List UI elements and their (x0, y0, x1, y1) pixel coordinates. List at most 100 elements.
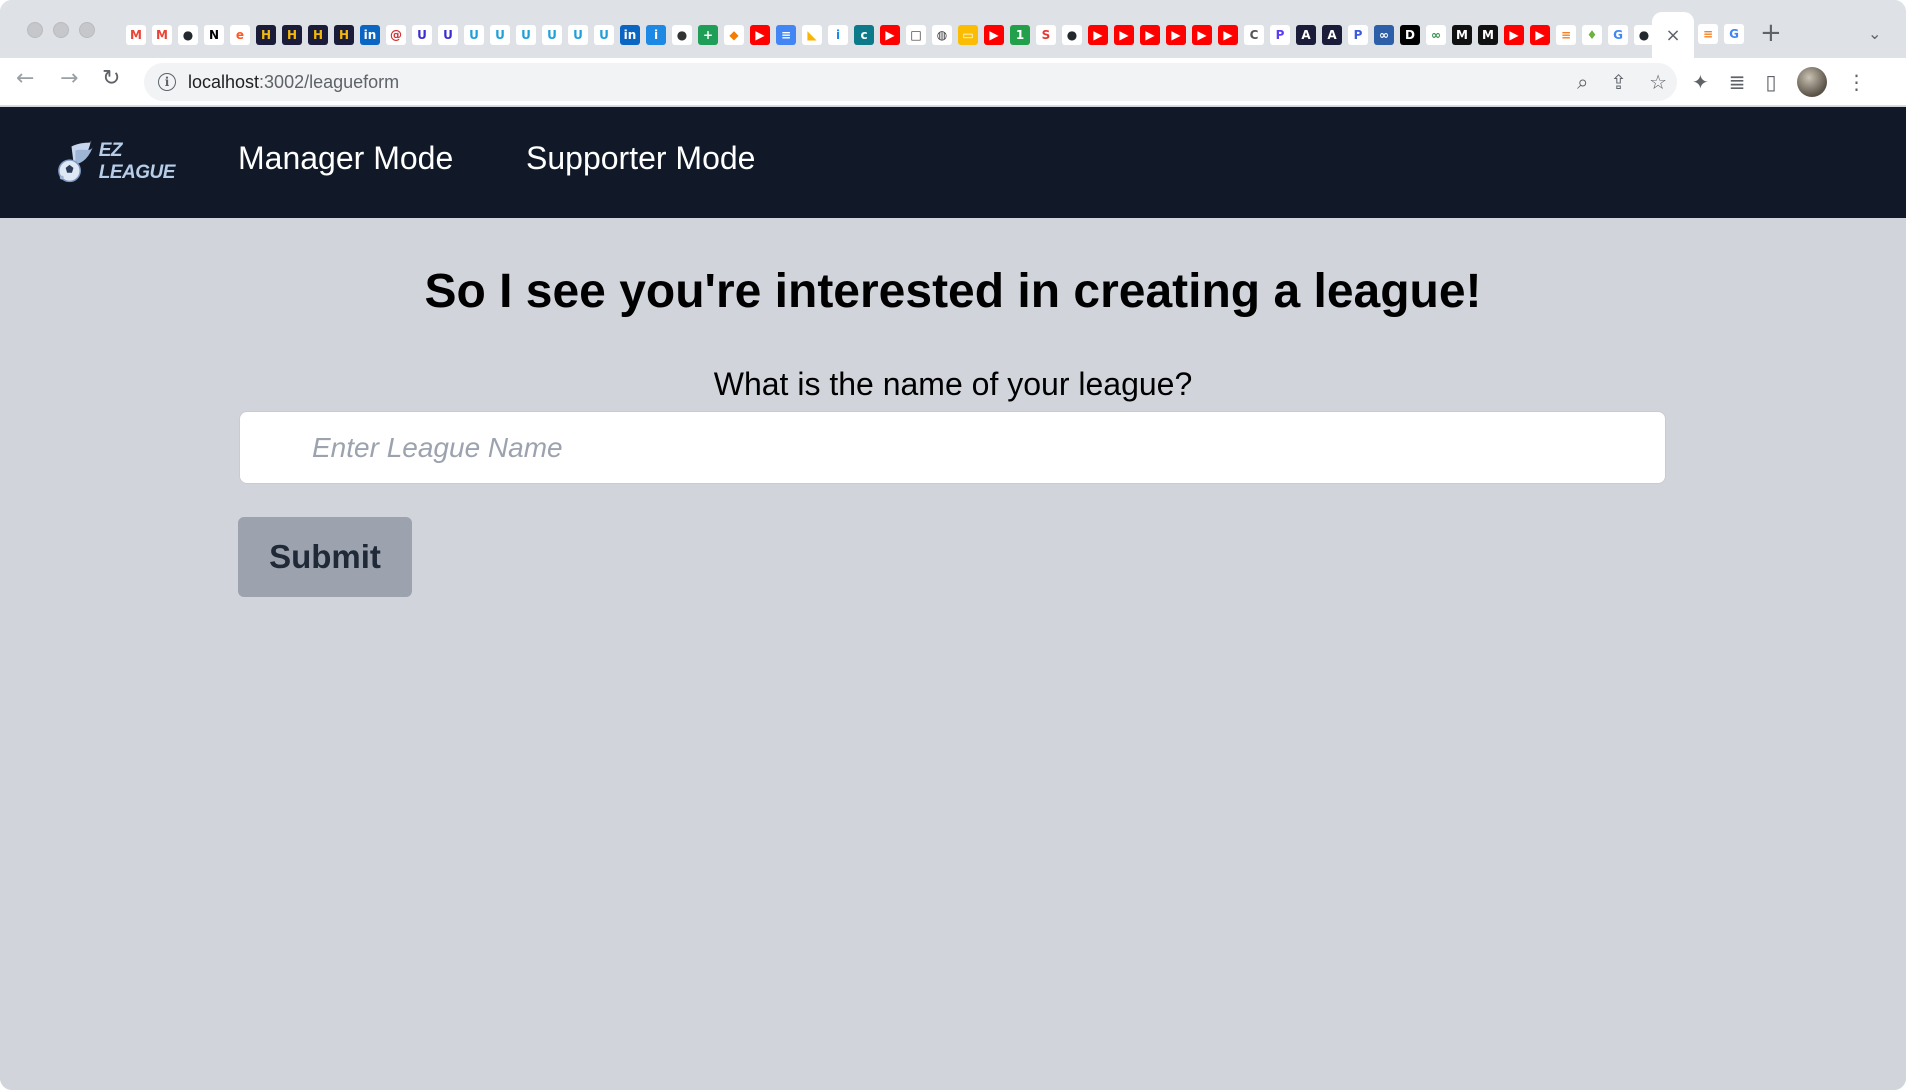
browser-window: M M ● Ne H H H Hin @ U U U U U U U Uin i ● + ◆ ▶ ≡ ◣ i c ▶ □ ◍ ▭ ▶ 1 S ● ▶… (0, 0, 1906, 1090)
youtube-icon[interactable]: ▶ (1140, 25, 1160, 45)
forward-arrow-icon[interactable]: → (60, 68, 78, 90)
u-icon[interactable]: U (594, 25, 614, 45)
s-icon[interactable]: S (1036, 25, 1056, 45)
info-tile-icon[interactable]: i (646, 25, 666, 45)
u-icon[interactable]: U (542, 25, 562, 45)
e-icon[interactable]: e (230, 25, 250, 45)
nav-manager-mode[interactable]: Manager Mode (238, 140, 453, 177)
youtube-icon[interactable]: ▶ (1088, 25, 1108, 45)
github-icon[interactable]: ● (1062, 25, 1082, 45)
slides-icon[interactable]: ▭ (958, 25, 978, 45)
address-bar[interactable]: i localhost:3002/leagueform ⌕ ⇪ ☆ (144, 63, 1677, 101)
close-tab-icon[interactable]: × (1665, 25, 1680, 46)
plus-tile-icon[interactable]: + (698, 25, 718, 45)
u-icon[interactable]: U (464, 25, 484, 45)
a-icon[interactable]: A (1322, 25, 1342, 45)
gmail-icon[interactable]: M (126, 25, 146, 45)
profile-avatar[interactable] (1796, 67, 1827, 97)
info-icon[interactable]: i (828, 25, 848, 45)
square-icon[interactable]: □ (906, 25, 926, 45)
url-text[interactable]: localhost:3002/leagueform (188, 72, 399, 93)
nav-supporter-mode[interactable]: Supporter Mode (526, 140, 755, 177)
infinity-icon[interactable]: ∞ (1374, 25, 1394, 45)
p-italic-icon[interactable]: P (1348, 25, 1368, 45)
kebab-menu-icon[interactable]: ⋮ (1847, 68, 1867, 96)
active-tab[interactable]: × (1652, 12, 1694, 58)
github-icon[interactable]: ● (1634, 25, 1654, 45)
c-icon[interactable]: c (854, 25, 874, 45)
youtube-icon[interactable]: ▶ (984, 25, 1004, 45)
url-path: :3002/leagueform (259, 72, 400, 92)
hackerrank-icon[interactable]: H (334, 25, 354, 45)
youtube-icon[interactable]: ▶ (1530, 25, 1550, 45)
linkedin-icon[interactable]: in (620, 25, 640, 45)
u-icon[interactable]: U (490, 25, 510, 45)
gmail-icon[interactable]: M (152, 25, 172, 45)
chrome-c-icon[interactable]: C (1244, 25, 1264, 45)
bookmark-star-icon[interactable]: ☆ (1649, 69, 1667, 95)
google-icon[interactable]: G (1724, 24, 1744, 44)
app-navbar: EZ LEAGUE Manager Mode Supporter Mode (0, 107, 1906, 218)
hackerrank-icon[interactable]: H (308, 25, 328, 45)
u-icon[interactable]: U (412, 25, 432, 45)
stackoverflow-icon[interactable]: ≡ (1698, 24, 1718, 44)
google-icon[interactable]: G (1608, 25, 1628, 45)
logo-text: EZ LEAGUE (98, 140, 176, 183)
tab-search-chevron-icon[interactable]: ⌄ (1868, 24, 1881, 43)
youtube-icon[interactable]: ▶ (1166, 25, 1186, 45)
close-window-button[interactable] (27, 22, 43, 38)
submit-button[interactable]: Submit (238, 517, 412, 597)
side-panel-icon[interactable]: ▯ (1766, 68, 1777, 96)
trailing-tab-favicons: ≡ G (1698, 24, 1750, 44)
docs-icon[interactable]: ≡ (776, 25, 796, 45)
league-name-label: What is the name of your league? (713, 366, 1193, 402)
site-info-icon[interactable]: i (158, 73, 176, 91)
reading-list-icon[interactable]: ≣ (1729, 68, 1746, 96)
pinned-tab-favicons: M M ● Ne H H H Hin @ U U U U U U U Uin i ● + ◆ ▶ ≡ ◣ i c ▶ □ ◍ ▭ ▶ 1 S ● ▶… (126, 22, 1660, 48)
minimize-window-button[interactable] (53, 22, 69, 38)
back-arrow-icon[interactable]: ← (16, 68, 34, 90)
stackoverflow-icon[interactable]: ≡ (1556, 25, 1576, 45)
notion-icon[interactable]: N (204, 25, 224, 45)
maximize-window-button[interactable] (79, 22, 95, 38)
u-icon[interactable]: U (516, 25, 536, 45)
reload-icon[interactable]: ↻ (102, 68, 120, 90)
youtube-icon[interactable]: ▶ (1114, 25, 1134, 45)
circle-icon[interactable]: ● (672, 25, 692, 45)
page-content: EZ LEAGUE Manager Mode Supporter Mode So… (0, 107, 1906, 1090)
leaf-icon[interactable]: ♦ (1582, 25, 1602, 45)
dev-icon[interactable]: D (1400, 25, 1420, 45)
page-heading: So I see you're interested in creating a… (424, 265, 1482, 318)
flame-icon[interactable]: ◆ (724, 25, 744, 45)
zoom-icon[interactable]: ⌕ (1577, 69, 1588, 95)
github-icon[interactable]: ● (178, 25, 198, 45)
green-circle-icon[interactable]: 1 (1010, 25, 1030, 45)
youtube-icon[interactable]: ▶ (750, 25, 770, 45)
tab-strip: M M ● Ne H H H Hin @ U U U U U U U Uin i ● + ◆ ▶ ≡ ◣ i c ▶ □ ◍ ▭ ▶ 1 S ● ▶… (0, 0, 1906, 58)
browser-toolbar: ← → ↻ i localhost:3002/leagueform ⌕ ⇪ ☆ … (0, 58, 1906, 106)
hackerrank-icon[interactable]: H (282, 25, 302, 45)
youtube-icon[interactable]: ▶ (1192, 25, 1212, 45)
linkedin-icon[interactable]: in (360, 25, 380, 45)
new-tab-button[interactable]: + (1760, 18, 1782, 48)
youtube-icon[interactable]: ▶ (1504, 25, 1524, 45)
airtable-icon[interactable]: ◣ (802, 25, 822, 45)
youtube-icon[interactable]: ▶ (1218, 25, 1238, 45)
url-host: localhost (188, 72, 260, 92)
a-icon[interactable]: A (1296, 25, 1316, 45)
cs-icon[interactable]: @ (386, 25, 406, 45)
share-icon[interactable]: ⇪ (1610, 69, 1627, 95)
hackerrank-icon[interactable]: H (256, 25, 276, 45)
youtube-icon[interactable]: ▶ (880, 25, 900, 45)
p-icon[interactable]: P (1270, 25, 1290, 45)
gfg-icon[interactable]: ∞ (1426, 25, 1446, 45)
globe-icon[interactable]: ◍ (932, 25, 952, 45)
medium-icon[interactable]: M (1452, 25, 1472, 45)
soccer-ball-wing-icon (58, 140, 93, 183)
u-icon[interactable]: U (438, 25, 458, 45)
u-icon[interactable]: U (568, 25, 588, 45)
league-name-input[interactable] (239, 411, 1666, 484)
medium-icon[interactable]: M (1478, 25, 1498, 45)
extensions-puzzle-icon[interactable]: ✦ (1692, 68, 1709, 96)
ez-league-logo[interactable]: EZ LEAGUE (54, 137, 200, 187)
